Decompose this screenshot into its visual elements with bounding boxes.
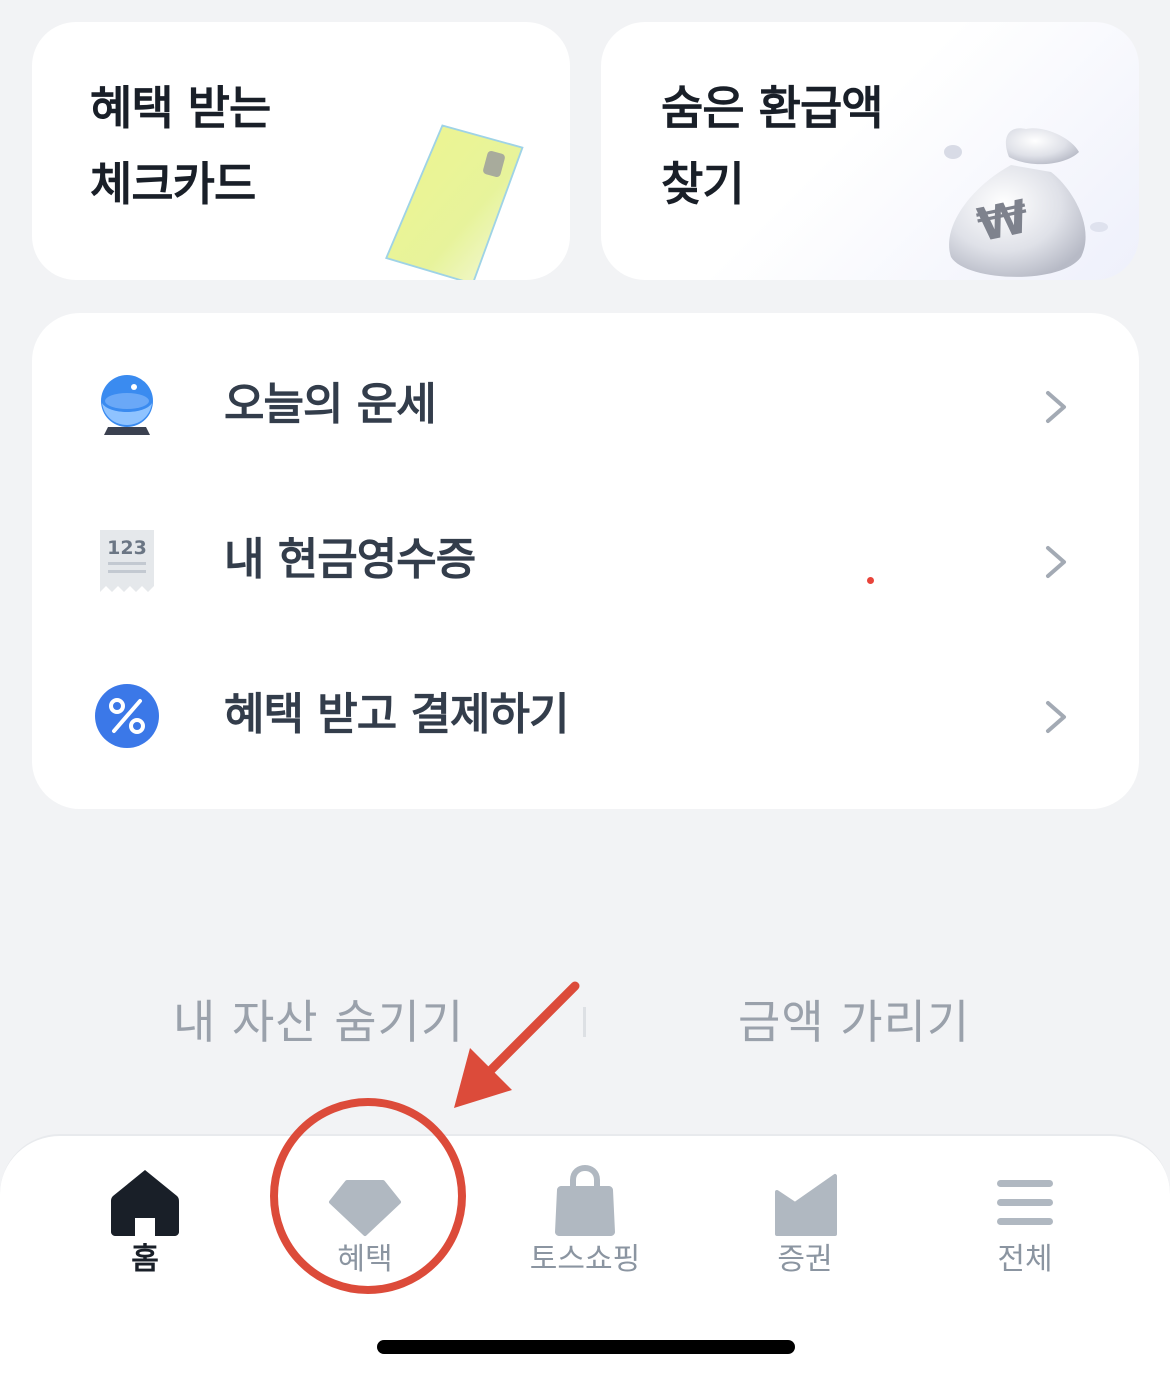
crystal-ball-icon: [101, 375, 153, 435]
tab-toss-shopping[interactable]: 토스쇼핑: [485, 1154, 685, 1294]
promo-title: 혜택 받는 체크카드: [90, 70, 271, 222]
promo-title-line1: 혜택 받는: [90, 81, 271, 135]
money-bag-icon: ₩: [944, 128, 1108, 277]
promo-card-check-card[interactable]: 혜택 받는 체크카드: [32, 22, 570, 280]
shopping-bag-icon: [555, 1164, 615, 1236]
annotation-arrow-shaft: [483, 981, 580, 1078]
receipt-icon: 123: [100, 530, 154, 592]
percent-badge-icon: [95, 684, 159, 748]
menu-label: 오늘의 운세: [224, 379, 437, 430]
menu-item-fortune[interactable]: 오늘의 운세: [32, 345, 1139, 465]
tab-label: 전체: [997, 1242, 1053, 1277]
tab-label: 토스쇼핑: [529, 1242, 641, 1277]
home-indicator: [377, 1340, 795, 1354]
menu-panel: 오늘의 운세 123 내 현금영수증 혜택 받고 결제하기: [32, 313, 1139, 809]
chevron-right-icon: [1046, 701, 1066, 733]
tab-label: 홈: [131, 1242, 159, 1277]
notification-dot: [867, 577, 874, 584]
menu-label: 혜택 받고 결제하기: [224, 689, 569, 740]
tab-benefits[interactable]: 혜택: [265, 1154, 465, 1294]
promo-title-line1: 숨은 환급액: [661, 81, 884, 135]
menu-item-benefit-payment[interactable]: 혜택 받고 결제하기: [32, 655, 1139, 775]
tab-stocks[interactable]: 증권: [705, 1154, 905, 1294]
chart-icon: [775, 1174, 837, 1236]
tab-all[interactable]: 전체: [925, 1154, 1125, 1294]
promo-title-line2: 찾기: [661, 157, 745, 211]
hide-amounts-button[interactable]: 금액 가리기: [738, 990, 970, 1054]
promo-title-line2: 체크카드: [90, 157, 256, 211]
check-card-icon: [385, 124, 524, 280]
svg-text:123: 123: [107, 537, 147, 559]
home-icon: [111, 1170, 179, 1236]
chevron-right-icon: [1046, 391, 1066, 423]
menu-label: 내 현금영수증: [224, 534, 476, 585]
menu-item-cash-receipt[interactable]: 123 내 현금영수증: [32, 500, 1139, 620]
promo-card-hidden-refund[interactable]: 숨은 환급액 찾기 ₩: [601, 22, 1139, 280]
diamond-icon: [329, 1180, 401, 1236]
tab-label: 증권: [777, 1242, 833, 1277]
annotation-arrow-head: [454, 1048, 512, 1108]
menu-icon: [997, 1180, 1053, 1225]
tab-home[interactable]: 홈: [45, 1154, 245, 1294]
chevron-right-icon: [1046, 546, 1066, 578]
promo-title: 숨은 환급액 찾기: [661, 70, 884, 222]
hide-assets-button[interactable]: 내 자산 숨기기: [173, 990, 464, 1054]
tab-label: 혜택: [337, 1242, 393, 1277]
divider: [583, 1007, 586, 1037]
